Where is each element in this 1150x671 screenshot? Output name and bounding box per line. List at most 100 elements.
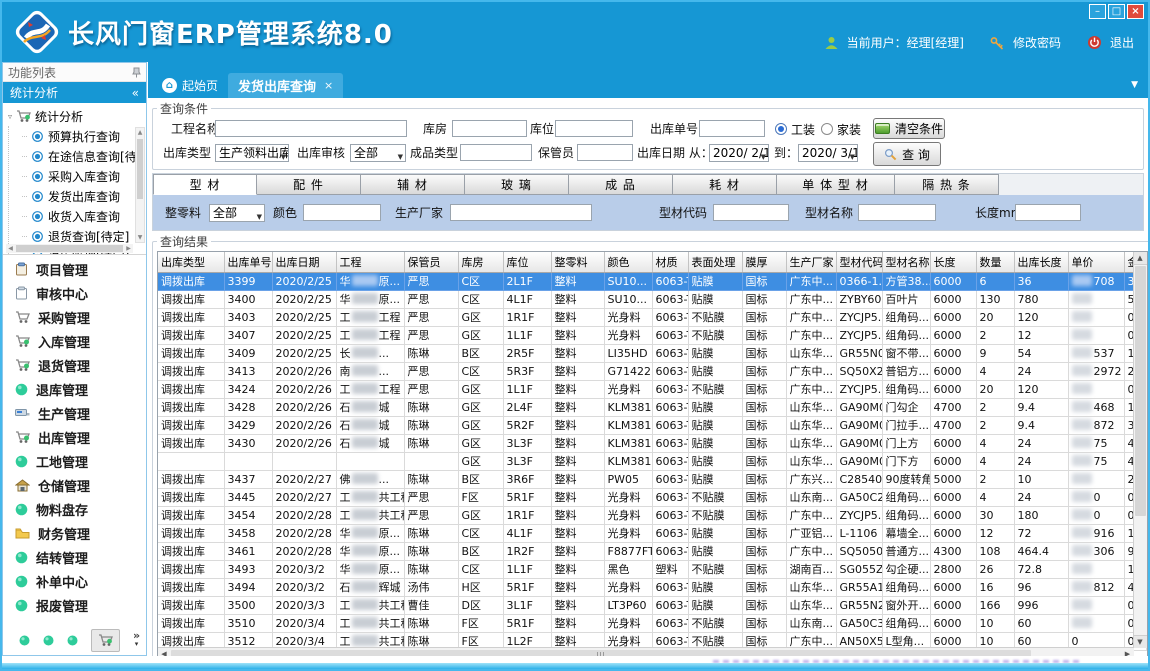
order-no-input[interactable] [699,120,765,137]
material-tab[interactable]: 辅 材 [361,174,465,195]
result-row[interactable]: G区3L3F整料KLM38176063-T5贴膜国标山东华...GA90M09.… [158,453,1146,471]
tab-list-dropdown-icon[interactable]: ▼ [1131,80,1138,90]
sidebar-menu-item[interactable]: 入库管理 [3,329,146,353]
tree-item[interactable]: 预算执行查询 [22,126,146,146]
result-row[interactable]: 调拨出库34942020/3/2石辉城汤伟H区5R1F整料光身料6063-T5贴… [158,579,1146,597]
tree-item[interactable]: 发货出库查询 [22,186,146,206]
manufacturer-input[interactable] [450,204,592,221]
material-tab[interactable]: 配 件 [257,174,361,195]
maximize-button[interactable]: □ [1108,4,1125,19]
column-header[interactable]: 整零料 [551,252,604,273]
material-tab[interactable]: 型 材 [153,174,257,195]
radio-home-decor[interactable]: 家装 [821,120,861,138]
scroll-down-icon[interactable]: ▼ [1134,635,1147,648]
tab-close-icon[interactable]: × [324,79,333,92]
tree-item[interactable]: 在途信息查询[待 [22,146,146,166]
tree-vertical-scrollbar[interactable]: ▲ ▼ [135,127,145,243]
result-row[interactable]: 调拨出库34132020/2/26南...严思C区5R3F整料G71422606… [158,363,1146,381]
project-name-input[interactable] [215,120,407,137]
pin-icon[interactable] [132,67,141,78]
search-button[interactable]: 查 询 [873,142,941,166]
logout-link[interactable]: 退出 [1110,34,1134,51]
result-row[interactable]: 调拨出库34002020/2/25华原...严思C区4L1F整料SU10...6… [158,291,1146,309]
close-button[interactable]: × [1127,4,1144,19]
keeper-input[interactable] [577,144,633,161]
column-header[interactable]: 数量 [976,252,1014,273]
material-tab[interactable]: 成 品 [569,174,673,195]
result-row[interactable]: 调拨出库34092020/2/25长...陈琳B区2R5F整料LI35HD606… [158,345,1146,363]
column-header[interactable]: 长度 [930,252,976,273]
sidebar-menu-item[interactable]: 退库管理 [3,377,146,401]
sidebar-menu-item[interactable]: 审核中心 [3,281,146,305]
footer-dot-icon[interactable] [43,635,54,646]
result-row[interactable]: 调拨出库33992020/2/25华原...严思C区2L1F整料SU10...6… [158,273,1146,291]
tree-root[interactable]: ▿ 统计分析 [8,106,146,126]
tab-home[interactable]: ⌂ 起始页 [152,73,228,98]
table-horizontal-scrollbar[interactable]: ◀ ▶ [158,647,1134,656]
color-input[interactable] [303,204,381,221]
length-input[interactable] [1015,204,1081,221]
profile-name-input[interactable] [858,204,936,221]
column-header[interactable]: 出库日期 [272,252,336,273]
column-header[interactable]: 出库单号 [224,252,272,273]
column-header[interactable]: 库房 [458,252,503,273]
tree-horizontal-scrollbar[interactable]: ◀ ▶ [6,244,133,253]
result-row[interactable]: 调拨出库34302020/2/26石城陈琳G区3L3F整料KLM38176063… [158,435,1146,453]
result-row[interactable]: 调拨出库34452020/2/27工共工程严思F区5R1F整料光身料6063-T… [158,489,1146,507]
sidebar-menu-item[interactable]: 报废管理 [3,593,146,617]
result-row[interactable]: 调拨出库34032020/2/25工工程严思G区1R1F整料光身料6063-T5… [158,309,1146,327]
product-type-input[interactable] [460,144,532,161]
scrollbar-thumb[interactable] [1135,266,1146,516]
scroll-right-icon[interactable]: ▶ [124,245,133,252]
minimize-button[interactable]: – [1089,4,1106,19]
audit-select[interactable]: 全部▼ [350,144,406,162]
warehouse-input[interactable] [452,120,527,137]
table-vertical-scrollbar[interactable]: ▲ ▼ [1133,252,1147,648]
location-input[interactable] [555,120,633,137]
result-row[interactable]: 调拨出库34542020/2/28工共工程严思G区1R1F整料光身料6063-T… [158,507,1146,525]
tree-item[interactable]: 收货入库查询 [22,206,146,226]
result-row[interactable]: 调拨出库34292020/2/26石城陈琳G区5R2F整料KLM38176063… [158,417,1146,435]
sidebar-menu-item[interactable]: 采购管理 [3,305,146,329]
column-header[interactable]: 工程 [336,252,404,273]
column-header[interactable]: 表面处理 [688,252,742,273]
sidebar-menu-item[interactable]: 退货管理 [3,353,146,377]
footer-cart-button[interactable] [91,629,120,652]
column-header[interactable]: 出库长度 [1014,252,1068,273]
column-header[interactable]: 单价 [1068,252,1124,273]
column-header[interactable]: 颜色 [604,252,652,273]
column-header[interactable]: 库位 [503,252,551,273]
sidebar-menu-item[interactable]: 补单中心 [3,569,146,593]
overflow-chevron-icon[interactable]: »▾ [133,632,140,648]
sidebar-menu-item[interactable]: 工地管理 [3,449,146,473]
section-bar-statistics[interactable]: 统计分析 « [3,82,146,103]
date-from-picker[interactable]: 2020/ 2/16▼ [709,144,769,162]
clear-conditions-button[interactable]: 清空条件 [873,118,945,139]
scroll-up-icon[interactable]: ▲ [1134,252,1147,265]
footer-dot-icon[interactable] [67,635,78,646]
column-header[interactable]: 膜厚 [742,252,786,273]
scroll-up-icon[interactable]: ▲ [136,128,144,137]
column-header[interactable]: 出库类型 [158,252,224,273]
column-header[interactable]: 保管员 [404,252,458,273]
column-header[interactable]: 型材名称 [882,252,930,273]
result-row[interactable]: 调拨出库35002020/3/3工共工程曹佳D区3L1F整料LT3P606063… [158,597,1146,615]
scroll-down-icon[interactable]: ▼ [136,233,144,242]
radio-industrial[interactable]: 工装 [775,120,815,138]
result-row[interactable]: 调拨出库34282020/2/26石城陈琳G区2L4F整料KLM38176063… [158,399,1146,417]
out-type-select[interactable]: 生产领料出库▼ [215,144,289,162]
collapse-icon[interactable]: « [132,86,139,100]
material-tab[interactable]: 玻 璃 [465,174,569,195]
material-tab[interactable]: 单 体 型 材 [777,174,895,195]
column-header[interactable]: 材质 [652,252,688,273]
sidebar-menu-item[interactable]: 出库管理 [3,425,146,449]
sidebar-menu-item[interactable]: 结转管理 [3,545,146,569]
profile-code-input[interactable] [713,204,789,221]
whole-part-select[interactable]: 全部▼ [209,204,265,222]
result-row[interactable]: 调拨出库35102020/3/4工共工程陈琳F区5R1F整料光身料6063-T5… [158,615,1146,633]
footer-dot-icon[interactable] [19,635,30,646]
sidebar-menu-item[interactable]: 仓储管理 [3,473,146,497]
tree-item[interactable]: 采购入库查询 [22,166,146,186]
result-row[interactable]: 调拨出库34932020/3/2华原...陈琳C区1L1F整料黑色塑料不贴膜国标… [158,561,1146,579]
sidebar-menu-item[interactable]: 物料盘存 [3,497,146,521]
